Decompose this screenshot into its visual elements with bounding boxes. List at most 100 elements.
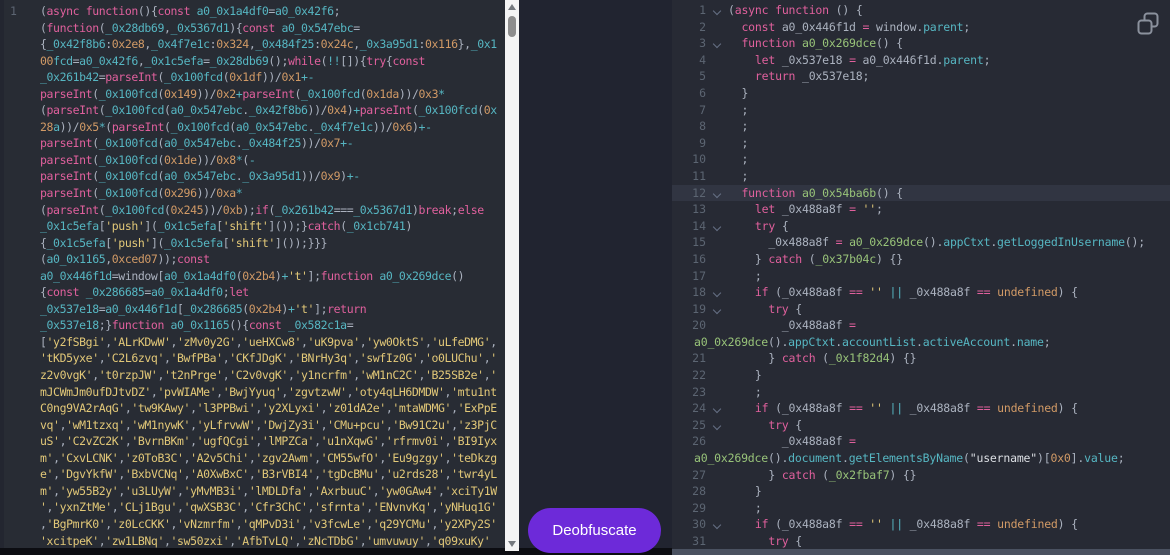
fold-chevron-icon[interactable] [713,422,721,430]
line-number [4,334,40,351]
code-line: 31 try { [672,533,1170,549]
line-number: 25 [672,417,706,434]
line-number [4,53,40,70]
line-number: 24 [672,400,706,417]
line-number [4,499,40,516]
code-line: 'tKD5yxe','C2L6zvq','BwfPBa','CKfJDgK','… [4,350,505,367]
code-line: 24 if (_0x488a8f == '' || _0x488a8f == u… [672,400,1170,417]
copy-icon[interactable] [1136,12,1160,36]
code-line: 1(async function () { [672,2,1170,19]
code-line: 4 let _0x537e18 = a0_0x446f1d.parent; [672,52,1170,69]
deobfuscated-code-viewer[interactable]: 1(async function () {2 const a0_0x446f1d… [672,0,1170,549]
code-line: 18 if (_0x488a8f == '' || _0x488a8f == u… [672,284,1170,301]
fold-chevron-icon[interactable] [713,305,721,313]
fold-chevron-icon[interactable] [713,405,721,413]
scroll-up-arrow-icon[interactable] [508,4,516,10]
code-line: 21 } catch (_0x1f82d4) {} [672,350,1170,367]
line-number [4,168,40,185]
line-number [4,433,40,450]
line-number: 10 [672,151,706,168]
line-number [4,483,40,500]
fold-chevron-icon[interactable] [713,7,721,15]
line-number [4,218,40,235]
center-gutter [519,0,672,548]
line-number: 17 [672,268,706,285]
scrollbar-thumb[interactable] [508,16,516,37]
line-number [4,202,40,219]
line-number [4,301,40,318]
code-line: 15 _0x488a8f = a0_0x269dce().appCtxt.get… [672,234,1170,251]
code-line: parseInt(_0x100fcd(0x1de))/0x8*(- [4,152,505,169]
left-editor-vertical-scrollbar[interactable] [505,0,519,551]
line-number: 29 [672,500,706,517]
code-line: ['y2fSBgi','ALrKDwW','zMv0y2G','ueHXCw8'… [4,334,505,351]
code-line: ','yxnZtMe','CLj1Bgu','qwXSB3C','Cfr3ChC… [4,499,505,516]
code-line: _0x261b42=parseInt(_0x100fcd(0x1df))/0x1… [4,69,505,86]
line-number: 18 [672,284,706,301]
code-line: 22 } [672,367,1170,384]
code-line: 11 ; [672,168,1170,185]
code-line: 2 const a0_0x446f1d = window.parent; [672,19,1170,36]
obfuscated-code-editor[interactable]: 1(async function(){const a0_0x1a4df0=a0_… [0,0,505,548]
code-line: 13 let _0x488a8f = ''; [672,201,1170,218]
line-number [4,102,40,119]
code-line: m','CxvLCNK','z0ToB3C','A2v5Chi','zgv2Aw… [4,450,505,467]
line-number: 1 [4,3,40,20]
line-number: 30 [672,516,706,533]
line-number: 31 [672,533,706,549]
code-line: 25 try { [672,417,1170,434]
code-line: _0x537e18=a0_0x446f1d[_0x286685(0x2b4)+'… [4,301,505,318]
line-number [4,466,40,483]
line-number [4,350,40,367]
line-number: 13 [672,201,706,218]
code-line: a0_0x269dce().document.getElementsByName… [672,450,1170,467]
code-line: (a0_0x1165,0xced07));const [4,251,505,268]
line-number [4,86,40,103]
line-number: 8 [672,118,706,135]
code-line: a0_0x446f1d=window[a0_0x1a4df0(0x2b4)+'t… [4,268,505,285]
line-number: 15 [672,234,706,251]
fold-chevron-icon[interactable] [713,521,721,529]
line-number: 11 [672,168,706,185]
code-line: e','DgvYkfW','BxbVCNq','A0XwBxC','B3rVBI… [4,466,505,483]
line-number [4,185,40,202]
line-number [4,384,40,401]
line-number [4,69,40,86]
line-number [4,20,40,37]
code-line: vq','wM1tzxq','wM1nywK','yLfrvwW','DwjZy… [4,417,505,434]
line-number [4,268,40,285]
code-line: 27 } catch (_0x2fbaf7) {} [672,467,1170,484]
fold-chevron-icon[interactable] [713,289,721,297]
line-number [4,235,40,252]
line-number: 2 [672,19,706,36]
code-line: 29 ; [672,500,1170,517]
line-number: 7 [672,102,706,119]
code-line: 28 } [672,483,1170,500]
fold-chevron-icon[interactable] [713,222,721,230]
scroll-down-arrow-icon[interactable] [508,541,516,547]
code-line: 19 try { [672,301,1170,318]
code-line: 28a))/0x5*(parseInt(_0x100fcd(a0_0x547eb… [4,119,505,136]
code-line: {const _0x286685=a0_0x1a4df0;let [4,284,505,301]
code-line: z2v0vgK','t0rzpJW','t2nPrge','C2v0vgK','… [4,367,505,384]
line-number: 14 [672,218,706,235]
code-line: 5 return _0x537e18; [672,68,1170,85]
line-number: 1 [672,2,706,19]
right-panel-horizontal-scrollbar[interactable] [672,549,1170,555]
deobfuscate-button[interactable]: Deobfuscate [528,508,661,553]
line-number [4,367,40,384]
code-line: C0ng9VA2rAqG','tw9KAwy','l3PPBwi','y2XLy… [4,400,505,417]
fold-chevron-icon[interactable] [713,189,721,197]
code-line: m','yw55B2y','u3LUyW','yMvMB3i','lMDLDfa… [4,483,505,500]
line-number: 27 [672,467,706,484]
line-number: 22 [672,367,706,384]
code-line: 1(async function(){const a0_0x1a4df0=a0_… [4,3,505,20]
code-line: mJCWmJm0ufDJtvDZ','pvWIAMe','BwjYyuq','z… [4,384,505,401]
line-number: 20 [672,317,706,334]
fold-chevron-icon[interactable] [713,40,721,48]
code-line: uS','C2vZC2K','BvrnBKm','ugfQCgi','lMPZC… [4,433,505,450]
active-code-line: 12 function a0_0x54ba6b() { [672,185,1170,202]
code-line: 26 _0x488a8f = [672,433,1170,450]
line-number: 16 [672,251,706,268]
code-line: 17 ; [672,268,1170,285]
